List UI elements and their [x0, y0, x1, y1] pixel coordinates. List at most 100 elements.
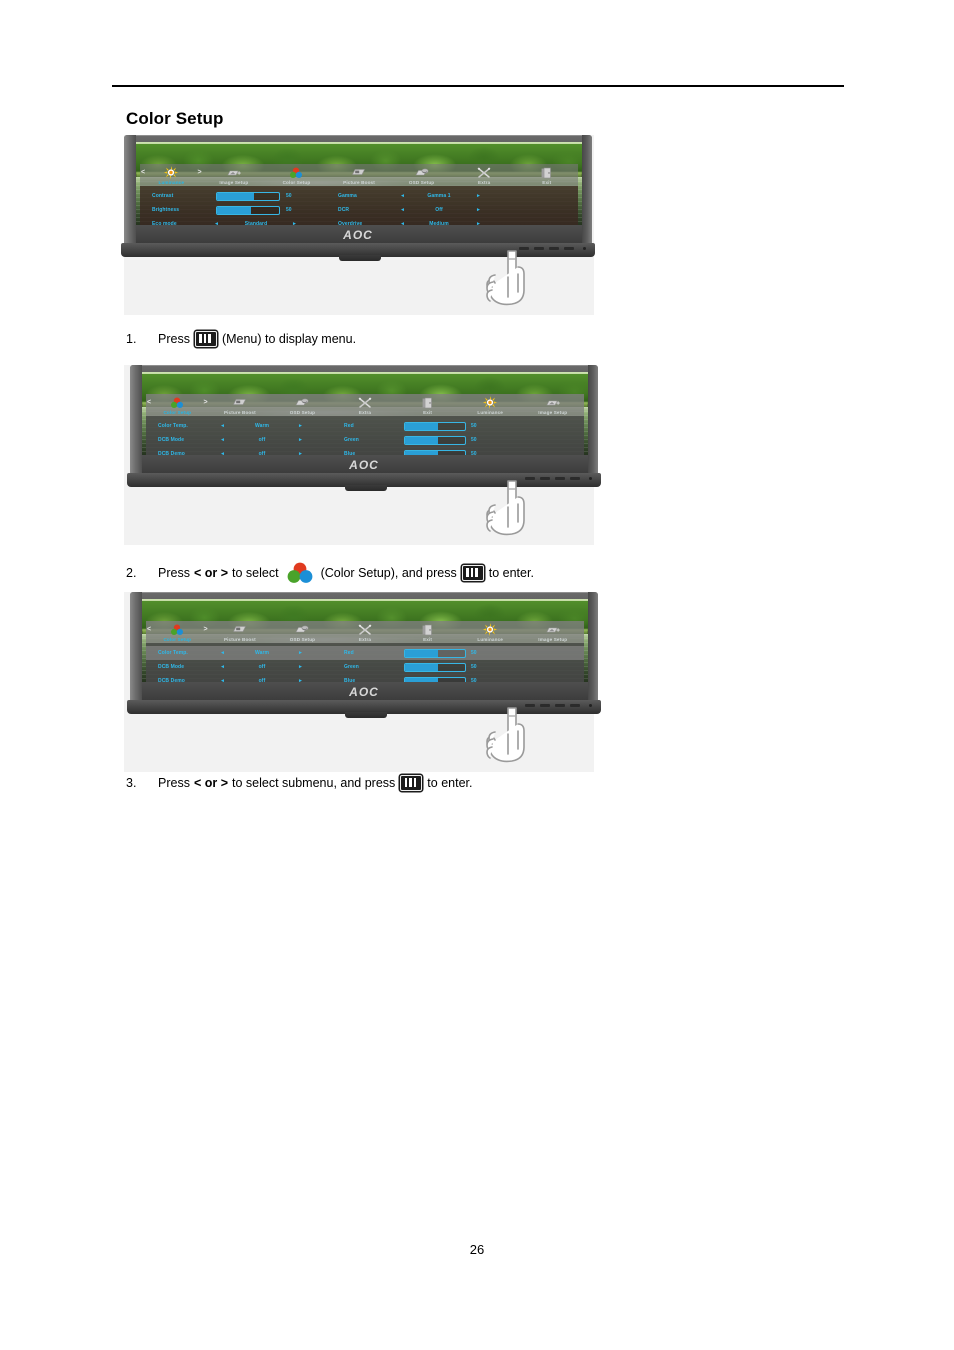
osd-increment-arrow[interactable]: ►: [298, 650, 303, 656]
osd-row-label-2: Red: [344, 423, 354, 429]
osd-tab-luminance[interactable]: Luminance: [459, 394, 522, 416]
brand-logo: AOC: [343, 228, 373, 242]
osd-slider-2[interactable]: [404, 435, 466, 445]
osd-tab-image-setup[interactable]: Image Setup: [521, 394, 584, 416]
monitor-stand: [339, 255, 382, 261]
osd-row[interactable]: DCB Mode ◄ off ► Green 50: [146, 433, 584, 447]
step-2-text-part2: to select: [232, 566, 279, 580]
osd-setup-icon: [295, 396, 309, 409]
color-circles-icon: [285, 562, 315, 584]
brand-logo: AOC: [349, 458, 379, 472]
osd-row[interactable]: Brightness 50 DCR ◄ Off ►: [140, 203, 578, 217]
sun-icon: [483, 396, 498, 409]
osd-tab-luminance[interactable]: Luminance: [459, 621, 522, 643]
osd-row-value: off: [258, 437, 266, 443]
menu-button-icon: [461, 565, 484, 581]
menu-button-icon: [194, 331, 217, 347]
picture-boost-icon: [232, 396, 247, 409]
osd-tab-color-setup[interactable]: Color Setup < >: [146, 394, 209, 416]
power-led: [583, 247, 586, 250]
tools-icon: [358, 623, 372, 636]
osd-row[interactable]: DCB Demo ◄ off ► Blue 50: [146, 674, 584, 682]
step-3-text-part1: Press: [158, 776, 190, 790]
osd-row-label: Color Temp.: [158, 423, 188, 429]
osd-slider[interactable]: [216, 191, 280, 201]
osd-increment-arrow-2[interactable]: ►: [476, 193, 481, 199]
osd-decrement-arrow[interactable]: ◄: [220, 437, 225, 443]
menu-button-icon: [400, 775, 423, 791]
osd-decrement-arrow[interactable]: ◄: [220, 423, 225, 429]
osd-row[interactable]: Eco mode ◄ Standard ► Overdrive ◄ Medium ►: [140, 217, 578, 225]
osd-row-value-2: Gamma 1: [427, 193, 451, 199]
osd-slider-value-2: 50: [471, 664, 477, 670]
osd-tab-color-setup[interactable]: Color Setup < >: [146, 621, 209, 643]
osd-row[interactable]: DCB Mode ◄ off ► Green 50: [146, 660, 584, 674]
exit-door-icon: [422, 623, 434, 636]
osd-tab-picture-boost[interactable]: Picture Boost: [209, 621, 272, 643]
osd-tab-image-setup[interactable]: Image Setup: [521, 621, 584, 643]
monitor-screen: Color Setup < > Picture Boost OSD Setup Extra…: [142, 372, 588, 455]
osd-row[interactable]: Color Temp. ◄ Warm ► Red 50: [146, 646, 584, 660]
osd-nav-left-arrow[interactable]: <: [141, 169, 145, 176]
exit-door-icon: [541, 166, 553, 179]
osd-slider-2[interactable]: [404, 662, 466, 672]
step-3-text-part2: to select submenu, and press: [232, 776, 396, 790]
step-3-text-part4: to enter.: [427, 776, 473, 790]
osd-row-label-2: Red: [344, 650, 354, 656]
osd-row[interactable]: Contrast 50 Gamma ◄ Gamma 1 ►: [140, 189, 578, 203]
osd-slider[interactable]: [216, 205, 280, 215]
osd-row-label: Brightness: [152, 207, 180, 213]
osd-decrement-arrow[interactable]: ◄: [220, 664, 225, 670]
osd-row-label-2: Gamma: [338, 193, 357, 199]
osd-tab-picture-boost[interactable]: Picture Boost: [209, 394, 272, 416]
osd-tab-color-setup[interactable]: Color Setup: [265, 164, 328, 186]
osd-row[interactable]: DCB Demo ◄ off ► Blue 50: [146, 447, 584, 455]
osd-decrement-arrow-2[interactable]: ◄: [400, 193, 405, 199]
sun-icon: [483, 623, 498, 636]
osd-tab-osd-setup[interactable]: OSD Setup: [390, 164, 453, 186]
monitor-illustration: Color Setup < > Picture Boost OSD Setup Extra…: [127, 592, 601, 718]
osd-tab-picture-boost[interactable]: Picture Boost: [328, 164, 391, 186]
osd-nav-right-arrow[interactable]: >: [197, 169, 201, 176]
osd-nav-left-arrow[interactable]: <: [147, 399, 151, 406]
osd-overlay: Luminance < > Image Setup Color Setup Picture…: [140, 164, 578, 225]
osd-row-value-2: Off: [435, 207, 443, 213]
osd-tab-exit[interactable]: Exit: [515, 164, 578, 186]
step-2-text-part1: Press: [158, 566, 190, 580]
osd-tab-image-setup[interactable]: Image Setup: [203, 164, 266, 186]
figure-luminance-menu: Luminance < > Image Setup Color Setup Picture…: [121, 135, 595, 315]
power-led: [589, 477, 592, 480]
brand-logo: AOC: [349, 685, 379, 699]
osd-tab-extra[interactable]: Extra: [453, 164, 516, 186]
document-page: Color Setup Luminance < > Image Setup Color …: [0, 0, 954, 1350]
osd-tab-extra[interactable]: Extra: [334, 394, 397, 416]
osd-tab-osd-setup[interactable]: OSD Setup: [271, 621, 334, 643]
osd-row[interactable]: Color Temp. ◄ Warm ► Red 50: [146, 419, 584, 433]
tools-icon: [477, 166, 491, 179]
osd-nav-left-arrow[interactable]: <: [147, 626, 151, 633]
step-1-text-part1: Press: [158, 332, 190, 346]
osd-tab-exit[interactable]: Exit: [396, 394, 459, 416]
osd-tab-bar: Luminance < > Image Setup Color Setup Picture…: [140, 164, 578, 186]
osd-increment-arrow[interactable]: ►: [298, 664, 303, 670]
osd-increment-arrow-2[interactable]: ►: [476, 207, 481, 213]
osd-tab-exit[interactable]: Exit: [396, 621, 459, 643]
osd-slider-2[interactable]: [404, 648, 466, 658]
osd-nav-right-arrow[interactable]: >: [203, 399, 207, 406]
osd-tab-osd-setup[interactable]: OSD Setup: [271, 394, 334, 416]
osd-row-label-2: Green: [344, 664, 359, 670]
osd-increment-arrow[interactable]: ►: [298, 437, 303, 443]
osd-tab-extra[interactable]: Extra: [334, 621, 397, 643]
osd-nav-right-arrow[interactable]: >: [203, 626, 207, 633]
osd-tab-luminance[interactable]: Luminance < >: [140, 164, 203, 186]
osd-increment-arrow[interactable]: ►: [298, 423, 303, 429]
step-2-text-part4: to enter.: [488, 566, 534, 580]
step-3: 3. Press < or > to select submenu, and p…: [126, 775, 472, 791]
osd-slider-value: 50: [286, 193, 292, 199]
osd-decrement-arrow[interactable]: ◄: [220, 650, 225, 656]
osd-slider-2[interactable]: [404, 421, 466, 431]
monitor-illustration: Color Setup < > Picture Boost OSD Setup Extra…: [127, 365, 601, 491]
image-setup-icon: [227, 166, 241, 179]
osd-row-value: Warm: [254, 423, 270, 429]
osd-decrement-arrow-2[interactable]: ◄: [400, 207, 405, 213]
